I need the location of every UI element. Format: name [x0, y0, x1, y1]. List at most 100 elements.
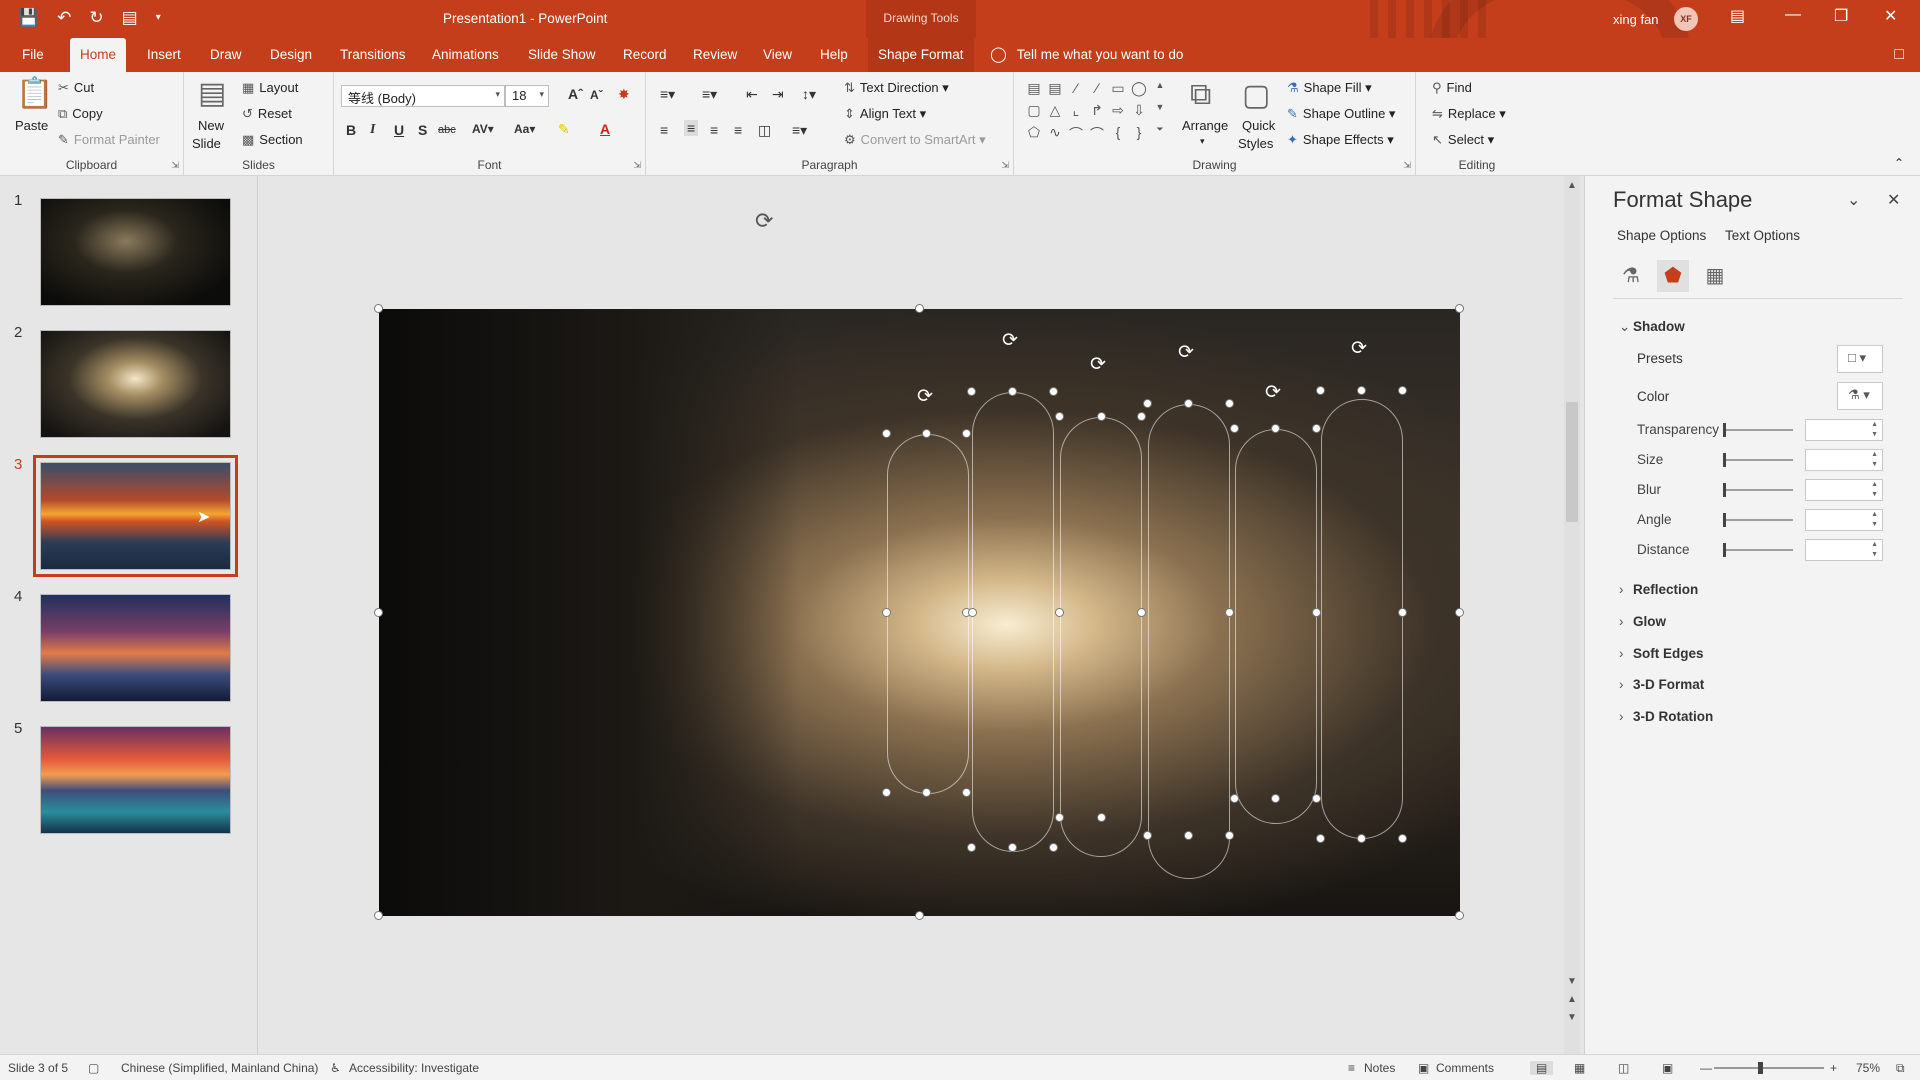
shape-fill-button[interactable]: ⚗ Shape Fill ▾ [1287, 80, 1372, 96]
numbering-icon[interactable]: ≡▾ [702, 86, 717, 103]
layout-button[interactable]: ▦ Layout [242, 80, 298, 96]
resize-handle[interactable] [1225, 399, 1234, 408]
distance-input[interactable]: ▲ ▼ [1805, 539, 1883, 561]
resize-handle[interactable] [1097, 813, 1106, 822]
resize-handle[interactable] [1312, 608, 1321, 617]
format-painter-button[interactable]: ✎ Format Painter [58, 132, 160, 148]
bold-icon[interactable]: B [346, 122, 356, 138]
resize-handle[interactable] [882, 608, 891, 617]
font-name-box[interactable]: 等线 (Body) ▾ [341, 85, 505, 107]
line-shape-icon[interactable]: ∕ [1087, 80, 1107, 99]
resize-handle[interactable] [1312, 794, 1321, 803]
restore-icon[interactable]: ❐ [1834, 6, 1848, 26]
spin-down-icon[interactable]: ▼ [1871, 491, 1878, 498]
resize-handle[interactable] [922, 788, 931, 797]
spin-up-icon[interactable]: ▲ [1871, 451, 1878, 458]
tab-text-options[interactable]: Text Options [1725, 228, 1800, 243]
resize-handle[interactable] [1008, 843, 1017, 852]
grow-font-icon[interactable]: Aˆ [568, 86, 583, 102]
underline-icon[interactable]: U [394, 122, 404, 138]
zoom-slider[interactable] [1714, 1062, 1824, 1074]
bullets-icon[interactable]: ≡▾ [660, 86, 675, 103]
select-button[interactable]: ↖ Select ▾ [1432, 132, 1494, 148]
new-slide-button-2[interactable]: Slide [192, 136, 221, 151]
vertical-scrollbar[interactable]: ▲ ▼ ▲ ▼ [1564, 176, 1580, 1054]
minimize-icon[interactable]: — [1785, 6, 1801, 24]
previous-slide-icon[interactable]: ▲ [1567, 994, 1577, 1005]
zoom-level[interactable]: 75% [1856, 1061, 1880, 1075]
new-slide-button[interactable]: New [198, 118, 224, 133]
resize-handle[interactable] [1398, 386, 1407, 395]
rounded-rect-shape-icon[interactable]: ▢ [1024, 102, 1044, 121]
normal-view-icon[interactable]: ▤ [1530, 1061, 1554, 1075]
notes-button[interactable]: Notes [1364, 1061, 1395, 1075]
next-slide-icon[interactable]: ▼ [1567, 1012, 1577, 1023]
resize-handle[interactable] [374, 911, 383, 920]
3d-format-section[interactable]: › 3-D Format [1619, 677, 1704, 692]
resize-handle[interactable] [882, 429, 891, 438]
collapse-ribbon-icon[interactable]: ⌃ [1894, 156, 1904, 170]
present-icon[interactable]: ▤ [122, 8, 138, 28]
spin-down-icon[interactable]: ▼ [1871, 551, 1878, 558]
angle-slider[interactable] [1723, 513, 1793, 527]
3d-rotation-section[interactable]: › 3-D Rotation [1619, 709, 1713, 724]
distance-slider[interactable] [1723, 543, 1793, 557]
resize-handle[interactable] [1049, 843, 1058, 852]
resize-handle[interactable] [915, 911, 924, 920]
slider-knob[interactable] [1723, 513, 1726, 527]
soft-edges-section[interactable]: › Soft Edges [1619, 646, 1704, 661]
gallery-more-icon[interactable]: ⏷ [1150, 124, 1170, 146]
resize-handle[interactable] [374, 304, 383, 313]
replace-button[interactable]: ⇋ Replace ▾ [1432, 106, 1506, 122]
drawing-launcher-icon[interactable]: ⇲ [1403, 160, 1411, 171]
resize-handle[interactable] [1055, 412, 1064, 421]
paste-button[interactable]: Paste [15, 118, 48, 133]
curve-shape-icon[interactable]: ⌒ [1087, 124, 1107, 146]
size-slider[interactable] [1723, 453, 1793, 467]
blur-input[interactable]: ▲ ▼ [1805, 479, 1883, 501]
comments-button[interactable]: Comments [1436, 1061, 1494, 1075]
zoom-slider-knob[interactable] [1758, 1062, 1763, 1074]
arrow-down-shape-icon[interactable]: ⇩ [1129, 102, 1149, 121]
arch-shape-3[interactable] [1060, 417, 1142, 857]
tab-animations[interactable]: Animations [422, 38, 509, 72]
character-spacing-icon[interactable]: AV▾ [472, 122, 494, 136]
rotate-handle-icon[interactable]: ⟳ [1002, 329, 1018, 352]
slideshow-view-icon[interactable]: ▣ [1662, 1061, 1673, 1075]
slide-sorter-icon[interactable]: ▦ [1574, 1061, 1585, 1075]
tab-shape-format[interactable]: Shape Format [868, 38, 974, 72]
tab-help[interactable]: Help [810, 38, 858, 72]
resize-handle[interactable] [1271, 424, 1280, 433]
arc-shape-icon[interactable]: ⌒ [1066, 124, 1086, 146]
arch-shape-5[interactable] [1235, 429, 1317, 824]
arrange-button[interactable]: Arrange [1182, 118, 1228, 133]
resize-handle[interactable] [1357, 386, 1366, 395]
close-window-icon[interactable]: ✕ [1884, 6, 1897, 26]
clear-formatting-icon[interactable]: ✸ [618, 86, 630, 103]
slide-indicator[interactable]: Slide 3 of 5 [8, 1061, 68, 1075]
presets-dropdown[interactable]: □ ▾ [1837, 345, 1883, 373]
tab-file[interactable]: File [12, 38, 54, 72]
resize-handle[interactable] [1008, 387, 1017, 396]
resize-handle[interactable] [1049, 387, 1058, 396]
paste-icon[interactable]: 📋 [16, 76, 53, 111]
spin-up-icon[interactable]: ▲ [1871, 511, 1878, 518]
resize-handle[interactable] [1097, 412, 1106, 421]
strikethrough-icon[interactable]: abc [438, 124, 456, 136]
quick-styles-icon[interactable]: ▢ [1242, 78, 1270, 113]
resize-handle[interactable] [967, 387, 976, 396]
font-launcher-icon[interactable]: ⇲ [633, 160, 641, 171]
rectangle-shape-icon[interactable]: ▭ [1108, 80, 1128, 99]
angle-input[interactable]: ▲ ▼ [1805, 509, 1883, 531]
save-icon[interactable]: 💾 [18, 8, 39, 28]
rotate-handle-icon[interactable]: ⟳ [755, 208, 773, 234]
spin-up-icon[interactable]: ▲ [1871, 421, 1878, 428]
elbow-connector-icon[interactable]: ⌞ [1066, 102, 1086, 121]
spin-down-icon[interactable]: ▼ [1871, 461, 1878, 468]
zoom-in-icon[interactable]: + [1830, 1061, 1837, 1075]
clipboard-launcher-icon[interactable]: ⇲ [171, 160, 179, 171]
justify-icon[interactable]: ≡ [734, 122, 742, 138]
resize-handle[interactable] [922, 429, 931, 438]
quick-styles-button[interactable]: Quick [1242, 118, 1275, 133]
tab-record[interactable]: Record [613, 38, 677, 72]
